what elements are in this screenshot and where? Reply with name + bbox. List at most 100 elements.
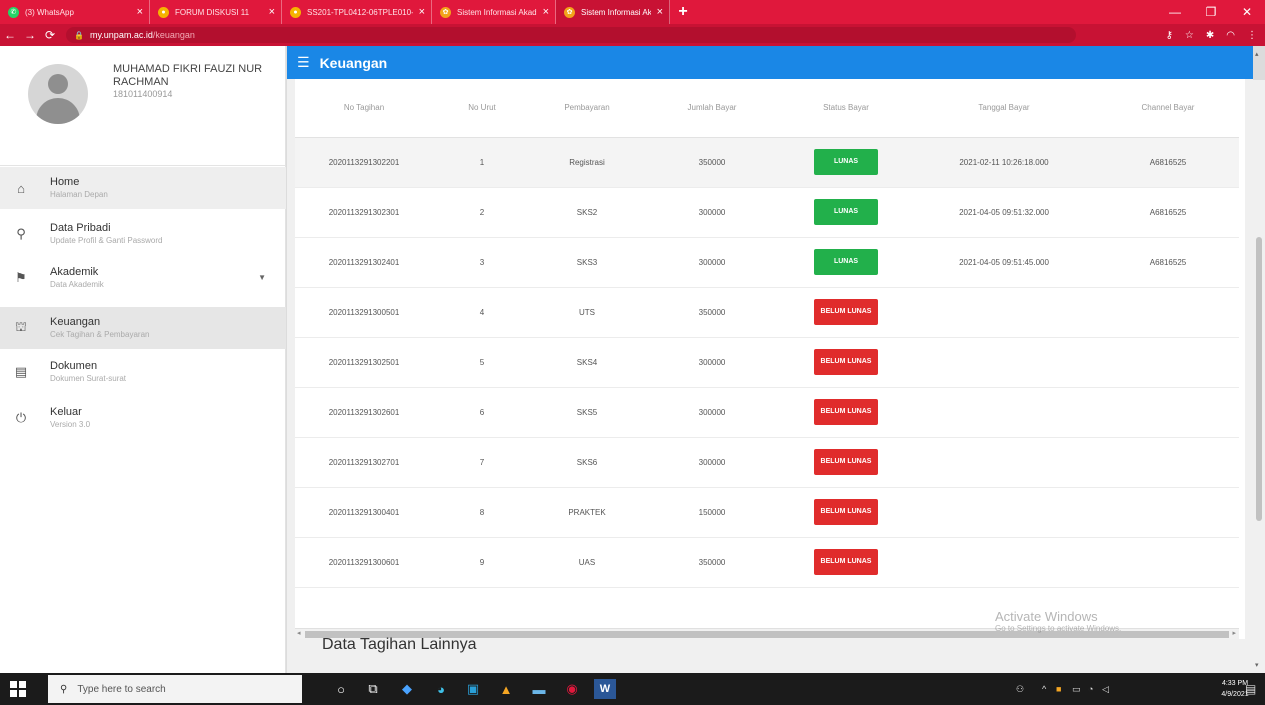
scroll-up-icon[interactable]: ▴	[1255, 50, 1259, 58]
tray-app-icon[interactable]: ■	[1056, 673, 1061, 705]
avatar	[28, 64, 88, 124]
sidebar-item-home[interactable]: ⌂ Home Halaman Depan	[0, 167, 286, 209]
close-tab-icon[interactable]: ×	[269, 6, 275, 18]
taskbar-search-input[interactable]: ⚲ Type here to search	[48, 675, 302, 703]
address-bar-row: ← → ⟳ 🔒 my.unpam.ac.id /keuangan ⚷ ☆ ✱ ◠…	[0, 24, 1265, 46]
vlc-icon[interactable]: ▲	[495, 679, 517, 699]
browser-tab-label: FORUM DISKUSI 11	[175, 7, 250, 17]
browser-tab[interactable]: ✿ Sistem Informasi Akademik ×	[432, 0, 556, 24]
status-badge: BELUM LUNAS	[814, 299, 878, 325]
notification-icon[interactable]: ▤	[1245, 673, 1256, 705]
sidebar-item-keuangan[interactable]: ⛫ Keuangan Cek Tagihan & Pembayaran	[0, 307, 286, 349]
volume-icon[interactable]: ◁	[1102, 673, 1109, 705]
table-row: 2020113291300401 8 PRAKTEK 150000 BELUM LUNA…	[295, 487, 1239, 538]
browser-tab[interactable]: ● SS201-TPL0412-06TPLE010-2 ×	[282, 0, 432, 24]
column-header: No Tagihan	[295, 79, 433, 138]
people-icon[interactable]: ⚇	[1016, 673, 1024, 705]
file-explorer-icon[interactable]: ▬	[528, 679, 550, 699]
sidebar-item-dokumen[interactable]: ▤ Dokumen Dokumen Surat-surat	[0, 353, 286, 391]
chevron-down-icon[interactable]: ▼	[258, 273, 266, 282]
address-input[interactable]: 🔒 my.unpam.ac.id /keuangan	[66, 27, 1076, 43]
page-scrollbar-thumb[interactable]	[1256, 237, 1262, 521]
status-badge: BELUM LUNAS	[814, 549, 878, 575]
new-tab-icon[interactable]: +	[670, 0, 696, 24]
profile-icon[interactable]: ◠	[1226, 30, 1235, 41]
back-icon[interactable]: ←	[0, 24, 20, 46]
search-placeholder: Type here to search	[77, 683, 166, 695]
cell-jumlah: 350000	[643, 287, 781, 338]
cell-pembayaran: SKS3	[531, 237, 643, 288]
cell-pembayaran: UAS	[531, 537, 643, 588]
star-icon[interactable]: ☆	[1185, 30, 1194, 41]
scroll-right-icon[interactable]: ▸	[1232, 629, 1236, 637]
sidebar-item-text: Dokumen Dokumen Surat-surat	[50, 360, 286, 384]
close-window-icon[interactable]: ✕	[1229, 0, 1265, 24]
battery-icon[interactable]: ▭	[1072, 673, 1081, 705]
browser-tab[interactable]: ✿ Sistem Informasi Akademik ×	[556, 0, 670, 24]
reload-icon[interactable]: ⟳	[40, 24, 60, 46]
column-header: Channel Bayar	[1097, 79, 1239, 138]
cell-pembayaran: SKS2	[531, 187, 643, 238]
cell-jumlah: 300000	[643, 237, 781, 288]
browser-tab[interactable]: ● FORUM DISKUSI 11 ×	[150, 0, 282, 24]
close-tab-icon[interactable]: ×	[137, 6, 143, 18]
table-row: 2020113291302601 6 SKS5 300000 BELUM LUNAS	[295, 387, 1239, 438]
cell-tanggal	[911, 337, 1097, 388]
scroll-left-icon[interactable]: ◂	[297, 629, 301, 637]
cell-channel	[1097, 437, 1239, 488]
key-icon[interactable]: ⚷	[1166, 30, 1173, 41]
cell-channel: A6816525	[1097, 187, 1239, 238]
cell-pembayaran: UTS	[531, 287, 643, 338]
home-icon: ⌂	[17, 180, 25, 196]
sidebar-item-keluar[interactable]: ⏻ Keluar Version 3.0	[0, 399, 286, 437]
column-header: No Urut	[433, 79, 531, 138]
close-tab-icon[interactable]: ×	[543, 6, 549, 18]
section-title-other-bills: Data Tagihan Lainnya	[322, 636, 477, 653]
table-row: 2020113291302401 3 SKS3 300000 LUNAS 2021-04-…	[295, 237, 1239, 288]
browser-tab[interactable]: ✆ (3) WhatsApp ×	[0, 0, 150, 24]
status-badge: BELUM LUNAS	[814, 399, 878, 425]
cell-jumlah: 350000	[643, 137, 781, 188]
forward-icon[interactable]: →	[20, 24, 40, 46]
scroll-down-icon[interactable]: ▾	[1255, 661, 1259, 669]
edge-browser-icon[interactable]: ◕	[430, 679, 452, 699]
cell-no-tagihan: 2020113291302201	[295, 137, 433, 188]
table-row: 2020113291300501 4 UTS 350000 BELUM LUNAS	[295, 287, 1239, 338]
wifi-icon[interactable]: ◔	[1088, 673, 1093, 705]
cell-no-tagihan: 2020113291302301	[295, 187, 433, 238]
menu-dots-icon[interactable]: ⋮	[1247, 30, 1257, 41]
hamburger-menu-icon[interactable]: ☰	[297, 54, 310, 71]
minimize-icon[interactable]: —	[1157, 0, 1193, 24]
extension-icon[interactable]: ✱	[1206, 30, 1214, 41]
app-cube-icon[interactable]: ◆	[396, 679, 418, 699]
cell-pembayaran: PRAKTEK	[531, 487, 643, 538]
sidebar-item-subtitle: Dokumen Surat-surat	[50, 374, 127, 383]
cortana-icon[interactable]: ○	[330, 679, 352, 699]
cell-channel	[1097, 387, 1239, 438]
table-row: 2020113291300601 9 UAS 350000 BELUM LUNAS	[295, 537, 1239, 588]
sidebar-item-text: Keluar Version 3.0	[50, 406, 286, 430]
profile-name: MUHAMAD FIKRI FAUZI NUR RACHMAN	[113, 63, 263, 88]
tray-chevron-icon[interactable]: ^	[1042, 673, 1046, 705]
profile-nim: 181011400914	[113, 89, 173, 99]
close-tab-icon[interactable]: ×	[419, 6, 425, 18]
cell-no-tagihan: 2020113291302601	[295, 387, 433, 438]
page-vertical-scrollbar[interactable]: ▴ ▾	[1253, 51, 1265, 673]
graduation-cap-icon: ⚑	[15, 270, 27, 285]
chrome-icon[interactable]: ◉	[561, 679, 583, 699]
task-view-icon[interactable]: ⧉	[362, 679, 384, 699]
cell-channel	[1097, 287, 1239, 338]
sidebar-item-text: Akademik Data Akademik	[50, 266, 286, 290]
cell-status: BELUM LUNAS	[781, 387, 911, 438]
store-icon[interactable]: ▣	[462, 679, 484, 699]
sidebar-item-data-pribadi[interactable]: ⚲ Data Pribadi Update Profil & Ganti Passw…	[0, 215, 286, 253]
cell-jumlah: 300000	[643, 187, 781, 238]
cell-jumlah: 150000	[643, 487, 781, 538]
word-icon[interactable]: W	[594, 679, 616, 699]
maximize-icon[interactable]: ❐	[1193, 0, 1229, 24]
sidebar-item-title: Akademik	[50, 266, 99, 278]
close-tab-icon[interactable]: ×	[657, 6, 663, 18]
windows-start-icon[interactable]	[10, 681, 26, 697]
column-header: Status Bayar	[781, 79, 911, 138]
sidebar-item-akademik[interactable]: ⚑ Akademik Data Akademik ▼	[0, 259, 286, 297]
